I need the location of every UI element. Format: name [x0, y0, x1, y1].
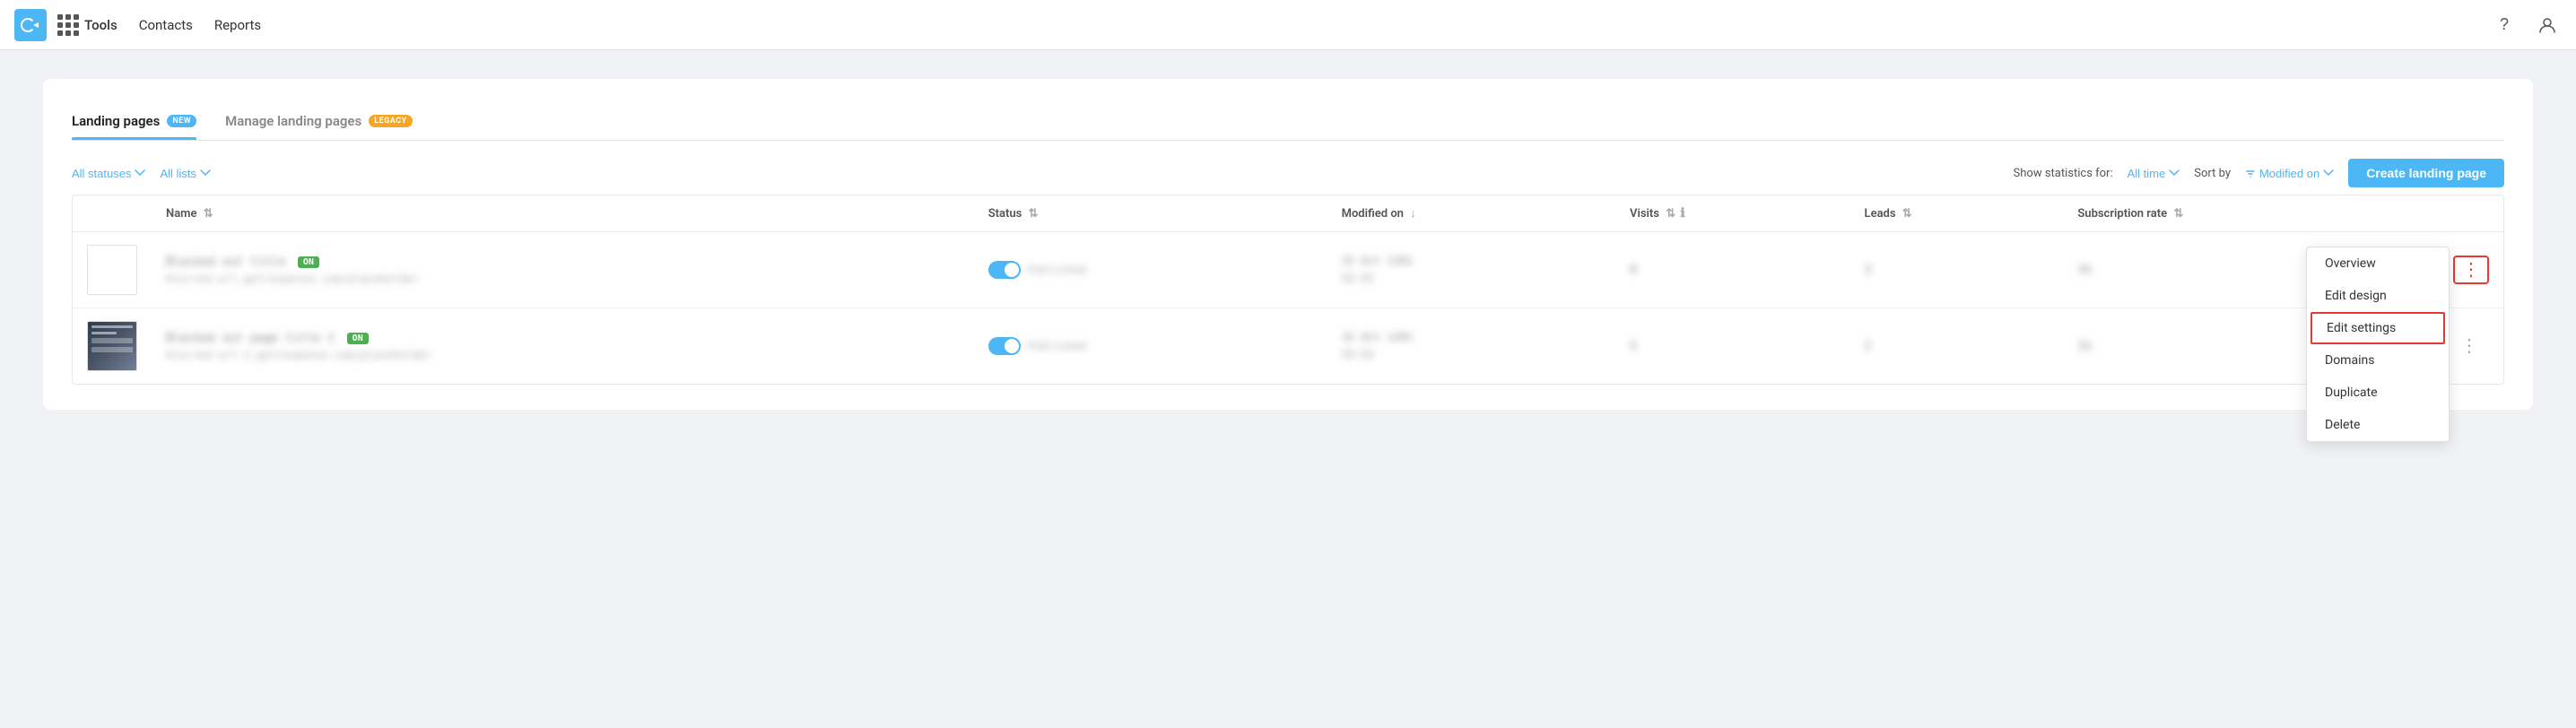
- menu-duplicate[interactable]: Duplicate: [2307, 377, 2449, 409]
- leads-value-1: 3: [1865, 264, 1872, 277]
- th-visits[interactable]: Visits ⇅ ℹ: [1615, 195, 1850, 232]
- tab-landing-pages-label: Landing pages: [72, 113, 160, 129]
- main-content: Landing pages NEW Manage landing pages L…: [0, 50, 2576, 438]
- td-visits-1: 8: [1615, 232, 1850, 308]
- apps-grid-icon[interactable]: [57, 14, 79, 36]
- status-text-2: Published: [1028, 340, 1086, 352]
- menu-edit-settings[interactable]: Edit settings: [2311, 312, 2445, 344]
- menu-edit-design[interactable]: Edit design: [2307, 280, 2449, 312]
- topnav-right: ?: [2490, 11, 2562, 39]
- tab-manage-label: Manage landing pages: [225, 113, 361, 129]
- status-cell-2: Published: [988, 337, 1313, 355]
- name-cell-2: Blacked out page title 2 ON blurred-url-…: [166, 332, 960, 361]
- table-row: Blacked out page title 2 ON blurred-url-…: [73, 308, 2503, 385]
- page-thumbnail-1: [87, 245, 137, 295]
- subrate-value-1: 3%: [2077, 264, 2092, 277]
- row-more-button-1[interactable]: ⋮: [2453, 256, 2489, 284]
- th-modified[interactable]: Modified on ↓: [1327, 195, 1615, 232]
- main-nav: Contacts Reports: [139, 17, 261, 33]
- tab-landing-pages[interactable]: Landing pages NEW: [72, 104, 196, 140]
- td-status-2: Published: [974, 308, 1327, 385]
- th-thumb: [73, 195, 152, 232]
- menu-delete[interactable]: Delete: [2307, 409, 2449, 441]
- page-name-1[interactable]: Blacked out title ON: [166, 256, 419, 269]
- th-actions: [2439, 195, 2503, 232]
- td-name-2: Blacked out page title 2 ON blurred-url-…: [152, 308, 974, 385]
- table-row: Blacked out title ON blurred-url.getresp…: [73, 232, 2503, 308]
- top-navigation: Tools Contacts Reports ?: [0, 0, 2576, 50]
- td-leads-2: 2: [1850, 308, 2064, 385]
- th-status[interactable]: Status ⇅: [974, 195, 1327, 232]
- td-name-1: Blacked out title ON blurred-url.getresp…: [152, 232, 974, 308]
- td-status-1: Published: [974, 232, 1327, 308]
- tools-label[interactable]: Tools: [84, 17, 117, 33]
- create-landing-page-button[interactable]: Create landing page: [2348, 159, 2504, 187]
- visits-value-2: 5: [1630, 340, 1637, 353]
- tab-new-badge: NEW: [167, 115, 196, 127]
- td-thumb-2: [73, 308, 152, 385]
- name-cell-1: Blacked out title ON blurred-url.getresp…: [166, 256, 960, 285]
- sort-by-label: Sort by: [2194, 167, 2231, 180]
- th-leads[interactable]: Leads ⇅: [1850, 195, 2064, 232]
- tab-legacy-badge: LEGACY: [369, 115, 413, 127]
- menu-overview[interactable]: Overview: [2307, 247, 2449, 280]
- td-visits-2: 5: [1615, 308, 1850, 385]
- lists-filter-button[interactable]: All lists: [160, 167, 210, 180]
- tab-manage-landing-pages[interactable]: Manage landing pages LEGACY: [225, 104, 413, 140]
- visits-sort-icon: ⇅: [1666, 207, 1675, 221]
- page-tag-1: ON: [298, 256, 319, 268]
- filter-right: Show statistics for: All time Sort by Mo…: [2014, 159, 2504, 187]
- nav-reports[interactable]: Reports: [214, 17, 261, 33]
- table-header-row: Name ⇅ Status ⇅ Modified on ↓ Visits: [73, 195, 2503, 232]
- visits-info-icon: ℹ: [1680, 206, 1684, 221]
- page-thumbnail-2: [87, 321, 137, 371]
- modified-date-2: 15 Oct 120111:11: [1342, 329, 1413, 363]
- td-leads-1: 3: [1850, 232, 2064, 308]
- page-tag-2: ON: [347, 333, 369, 344]
- show-stats-label: Show statistics for:: [2014, 167, 2113, 180]
- name-info-2: Blacked out page title 2 ON blurred-url-…: [166, 332, 431, 361]
- leads-value-2: 2: [1865, 340, 1872, 353]
- status-cell-1: Published: [988, 261, 1313, 279]
- modified-date-1: 15 Oct 120111:11: [1342, 253, 1413, 287]
- logo: [14, 9, 47, 41]
- page-name-2[interactable]: Blacked out page title 2 ON: [166, 332, 431, 345]
- help-button[interactable]: ?: [2490, 11, 2519, 39]
- name-info-1: Blacked out title ON blurred-url.getresp…: [166, 256, 419, 285]
- status-filter-button[interactable]: All statuses: [72, 167, 145, 180]
- subrate-sort-icon: ⇅: [2173, 207, 2183, 221]
- filter-row: All statuses All lists Show statistics f…: [72, 141, 2504, 195]
- td-thumb-1: [73, 232, 152, 308]
- page-wrapper: Landing pages NEW Manage landing pages L…: [43, 79, 2533, 410]
- leads-sort-icon: ⇅: [1902, 207, 1912, 221]
- visits-value-1: 8: [1630, 264, 1637, 277]
- landing-pages-table: Name ⇅ Status ⇅ Modified on ↓ Visits: [72, 195, 2504, 385]
- row-more-button-2[interactable]: ⋮: [2453, 334, 2485, 359]
- stats-time-button[interactable]: All time: [2128, 167, 2180, 180]
- status-toggle-1[interactable]: [988, 261, 1021, 279]
- sort-by-button[interactable]: Modified on: [2245, 167, 2334, 180]
- nav-contacts[interactable]: Contacts: [139, 17, 193, 33]
- name-sort-icon: ⇅: [204, 207, 213, 221]
- th-name[interactable]: Name ⇅: [152, 195, 974, 232]
- page-url-2[interactable]: blurred-url-2.getresponse.com/placeholde…: [166, 349, 431, 361]
- user-button[interactable]: [2533, 11, 2562, 39]
- table: Name ⇅ Status ⇅ Modified on ↓ Visits: [73, 195, 2503, 384]
- td-actions-1: ⋮ Overview Edit design Edit settings Dom…: [2439, 232, 2503, 308]
- tabs-row: Landing pages NEW Manage landing pages L…: [72, 104, 2504, 141]
- context-menu: Overview Edit design Edit settings Domai…: [2306, 247, 2450, 442]
- subrate-value-2: 1%: [2077, 340, 2092, 353]
- td-modified-2: 15 Oct 120111:11: [1327, 308, 1615, 385]
- th-sub-rate[interactable]: Subscription rate ⇅: [2063, 195, 2439, 232]
- status-toggle-2[interactable]: [988, 337, 1021, 355]
- menu-domains[interactable]: Domains: [2307, 344, 2449, 377]
- td-modified-1: 15 Oct 120111:11: [1327, 232, 1615, 308]
- page-url-1[interactable]: blurred-url.getresponse.com/placeholder: [166, 273, 419, 285]
- modified-sort-icon: ↓: [1410, 207, 1416, 221]
- status-sort-icon: ⇅: [1029, 207, 1039, 221]
- status-text-1: Published: [1028, 264, 1086, 276]
